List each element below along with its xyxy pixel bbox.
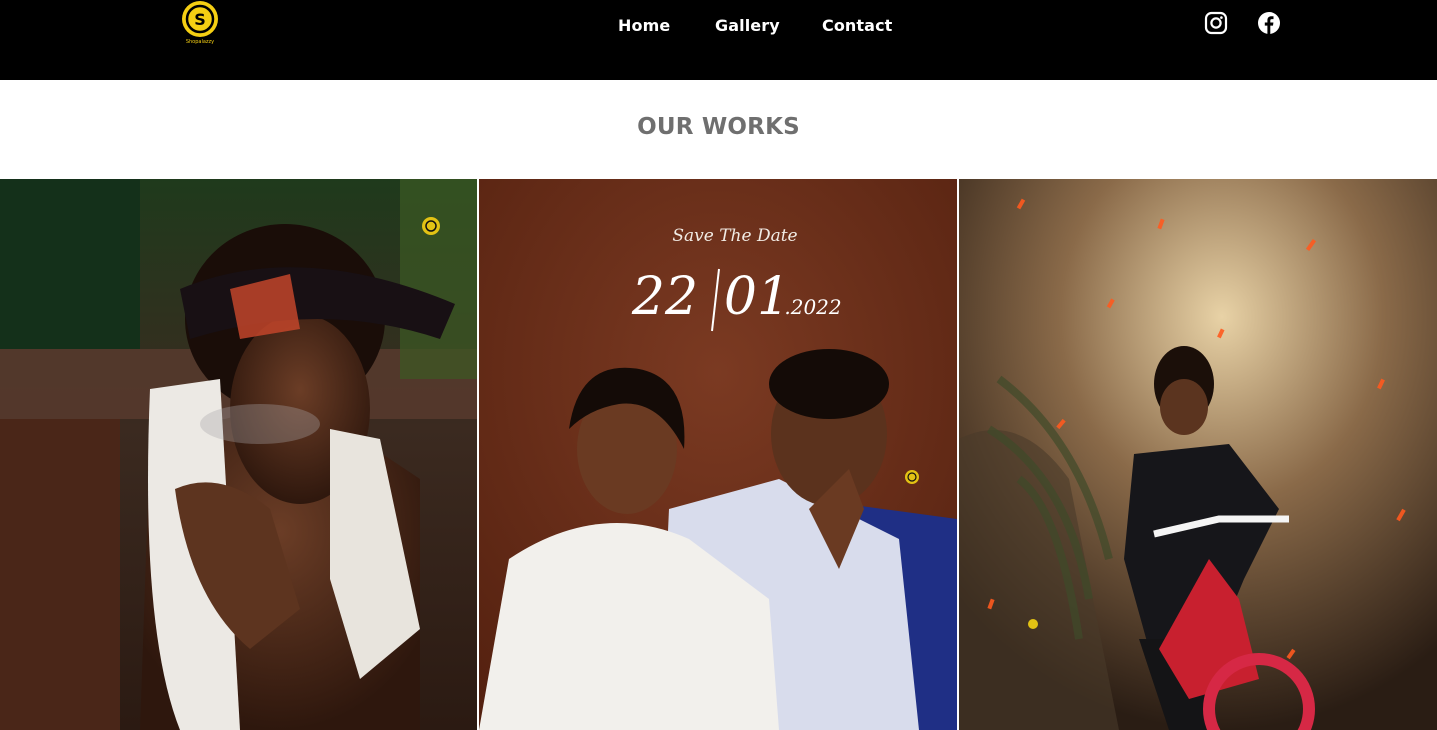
date-month-text: 01	[724, 267, 790, 327]
nav-home-link[interactable]: Home	[618, 16, 670, 35]
nav-contact-link[interactable]: Contact	[822, 16, 892, 35]
gallery-tile-child-bicycle[interactable]	[959, 179, 1437, 730]
section-title: OUR WORKS	[637, 114, 800, 140]
site-header: S Shopalazzy Home Gallery Contact	[0, 0, 1437, 80]
gallery-tile-engagement[interactable]: Save The Date 22 01 .2022	[479, 179, 957, 730]
instagram-icon[interactable]	[1204, 11, 1228, 35]
date-day-text: 22	[631, 267, 698, 327]
facebook-icon[interactable]	[1257, 11, 1281, 35]
nav-gallery-link[interactable]: Gallery	[715, 16, 780, 35]
engagement-photo: Save The Date 22 01 .2022	[479, 179, 957, 730]
portrait-photo	[0, 179, 477, 730]
gallery-tile-portrait[interactable]	[0, 179, 477, 730]
works-gallery: Save The Date 22 01 .2022	[0, 179, 1437, 730]
child-bicycle-photo	[959, 179, 1437, 730]
date-year-text: .2022	[784, 295, 841, 319]
save-the-date-text: Save The Date	[672, 226, 797, 246]
